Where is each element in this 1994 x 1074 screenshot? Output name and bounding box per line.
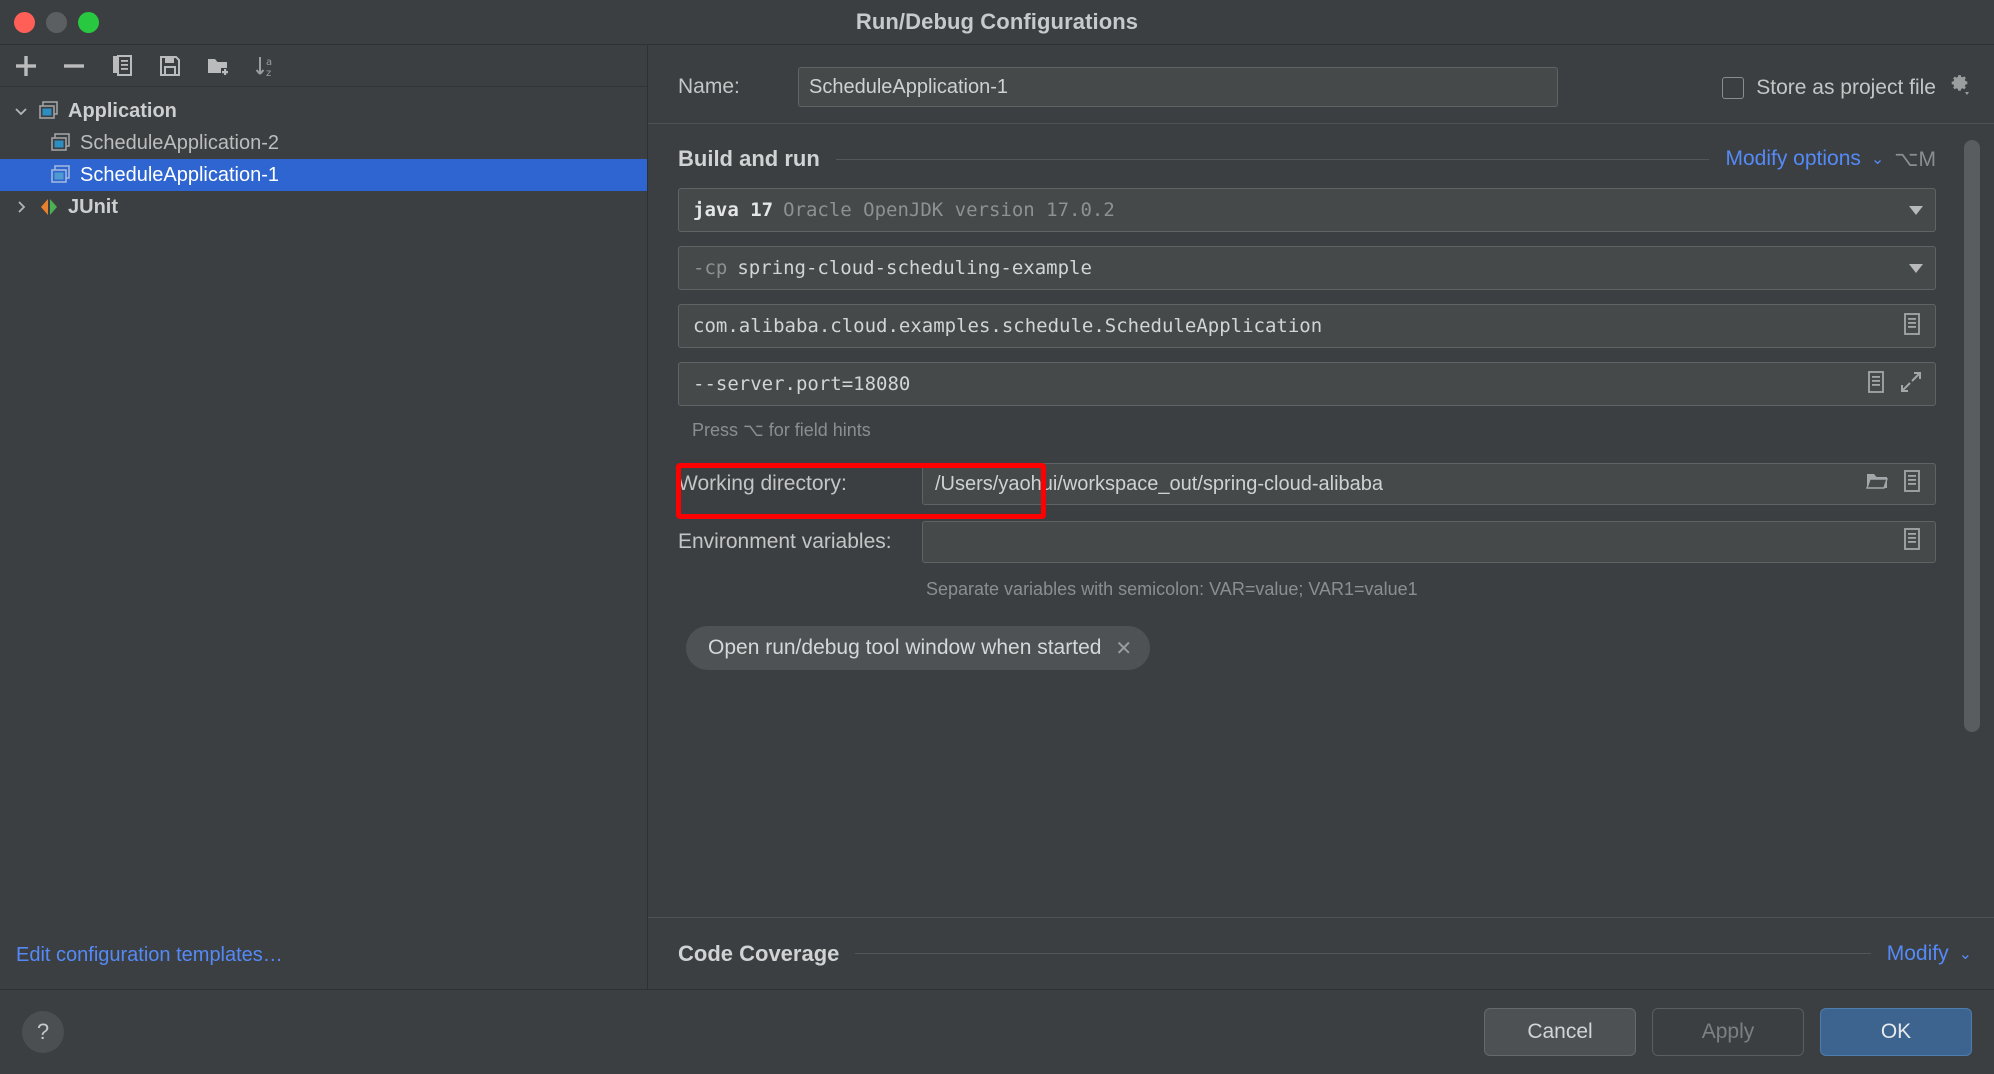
sort-configurations-button[interactable]: a z [248,50,284,82]
junit-icon [34,195,64,219]
build-and-run-section-header: Build and run Modify options ⌄ ⌥M [678,146,1936,172]
build-and-run-title: Build and run [678,146,820,171]
configurations-tree[interactable]: Application ScheduleApplication-2 Schedu… [0,87,647,944]
working-directory-row: Working directory: /Users/yaohui/workspa… [678,463,1936,505]
jre-selector[interactable]: java 17 Oracle OpenJDK version 17.0.2 [678,188,1936,232]
modify-options-shortcut: ⌥M [1894,147,1936,171]
tree-node-application[interactable]: Application [0,95,647,127]
jre-description-label: Oracle OpenJDK version 17.0.2 [783,199,1115,221]
svg-text:a: a [266,57,272,68]
svg-text:z: z [266,68,271,79]
name-input[interactable]: ScheduleApplication-1 [798,67,1558,107]
run-option-chip[interactable]: Open run/debug tool window when started … [686,626,1151,670]
classpath-selector[interactable]: -cp spring-cloud-scheduling-example [678,246,1936,290]
classpath-prefix-label: -cp [693,257,728,279]
working-directory-controls[interactable] [1865,464,1923,504]
code-coverage-actions: Modify ⌄ [1887,942,1972,966]
dialog-footer: ? Cancel Apply OK [0,989,1994,1074]
name-label: Name: [678,75,740,98]
tree-node-label: JUnit [68,196,118,218]
run-option-chip-label: Open run/debug tool window when started [708,636,1102,659]
cancel-button[interactable]: Cancel [1484,1008,1636,1056]
configurations-panel: a z Application ScheduleApplication-2 Sc… [0,45,648,989]
close-icon[interactable]: ✕ [1115,636,1132,661]
footer-buttons: Cancel Apply OK [1484,1008,1972,1056]
application-icon [34,99,64,123]
main-class-controls[interactable] [1901,305,1923,347]
vertical-scrollbar[interactable] [1964,140,1980,732]
tree-node-label: Application [68,100,177,122]
store-as-project-file-checkbox[interactable] [1722,77,1745,99]
jre-selector-controls[interactable] [1909,189,1923,231]
build-and-run-actions: Modify options ⌄ ⌥M [1725,147,1936,172]
application-icon [46,163,76,187]
new-folder-button[interactable] [200,50,236,82]
chevron-down-icon[interactable] [1909,205,1923,215]
remove-configuration-button[interactable] [56,50,92,82]
add-configuration-button[interactable] [8,50,44,82]
program-arguments-controls[interactable] [1865,363,1923,405]
main-class-input[interactable]: com.alibaba.cloud.examples.schedule.Sche… [678,304,1936,348]
environment-variables-input[interactable] [922,521,1936,563]
configurations-toolbar: a z [0,45,647,87]
modify-options-link[interactable]: Modify options [1725,147,1860,171]
copy-configuration-button[interactable] [104,50,140,82]
save-configuration-button[interactable] [152,50,188,82]
environment-variables-label: Environment variables: [678,530,892,553]
field-hint-text: Press ⌥ for field hints [692,420,871,440]
folder-icon[interactable] [1865,470,1889,498]
application-icon [46,131,76,155]
tree-node-label: ScheduleApplication-1 [80,164,280,186]
classpath-selector-controls[interactable] [1909,247,1923,289]
left-panel-footer: Edit configuration templates… [0,944,647,989]
working-directory-input[interactable]: /Users/yaohui/workspace_out/spring-cloud… [922,463,1936,505]
store-as-project-file-group[interactable]: Store as project file [1722,73,1972,103]
code-coverage-section: Code Coverage Modify ⌄ [648,917,1994,989]
section-divider [835,158,1710,160]
working-directory-label: Working directory: [678,472,847,495]
run-debug-configurations-dialog: Run/Debug Configurations a z Application… [0,0,1994,1074]
titlebar: Run/Debug Configurations [0,0,1994,45]
edit-configuration-templates-link[interactable]: Edit configuration templates… [16,944,283,966]
program-arguments-value: --server.port=18080 [693,373,911,395]
main-class-value: com.alibaba.cloud.examples.schedule.Sche… [693,315,1323,337]
tree-node-label: ScheduleApplication-2 [80,132,280,154]
expand-editor-icon[interactable] [1899,370,1923,399]
help-button[interactable]: ? [22,1011,64,1053]
environment-variables-hint: Separate variables with semicolon: VAR=v… [926,579,1418,599]
dialog-body: a z Application ScheduleApplication-2 Sc… [0,45,1994,989]
chevron-down-icon[interactable]: ⌄ [1871,149,1884,169]
chevron-down-icon[interactable]: ⌄ [1959,944,1972,964]
apply-button[interactable]: Apply [1652,1008,1804,1056]
configuration-editor-panel: Name: ScheduleApplication-1 Store as pro… [648,45,1994,989]
expand-list-icon[interactable] [1901,527,1923,557]
code-coverage-modify-link[interactable]: Modify [1887,942,1949,966]
code-coverage-title: Code Coverage [678,940,840,966]
store-as-project-file-label: Store as project file [1756,76,1936,99]
tree-node-scheduleapplication-2[interactable]: ScheduleApplication-2 [0,127,647,159]
section-divider [855,953,1871,954]
working-directory-value: /Users/yaohui/workspace_out/spring-cloud… [935,472,1384,495]
configuration-scroll-area: Build and run Modify options ⌄ ⌥M java 1… [648,123,1994,917]
chevron-down-icon[interactable] [8,103,34,119]
chevron-right-icon[interactable] [8,199,34,215]
environment-variables-controls[interactable] [1901,522,1923,562]
window-title: Run/Debug Configurations [855,9,1139,34]
tree-node-junit[interactable]: JUnit [0,191,647,223]
environment-variables-row: Environment variables: [678,521,1936,563]
chevron-down-icon[interactable] [1909,263,1923,273]
gear-icon[interactable] [1948,73,1972,103]
tree-node-scheduleapplication-1[interactable]: ScheduleApplication-1 [0,159,647,191]
classpath-module-label: spring-cloud-scheduling-example [737,257,1092,279]
expand-list-icon[interactable] [1901,312,1923,341]
program-arguments-input[interactable]: --server.port=18080 [678,362,1936,406]
ok-button[interactable]: OK [1820,1008,1972,1056]
expand-list-icon[interactable] [1901,469,1923,499]
jre-version-label: java 17 [693,199,774,221]
expand-list-icon[interactable] [1865,370,1887,399]
